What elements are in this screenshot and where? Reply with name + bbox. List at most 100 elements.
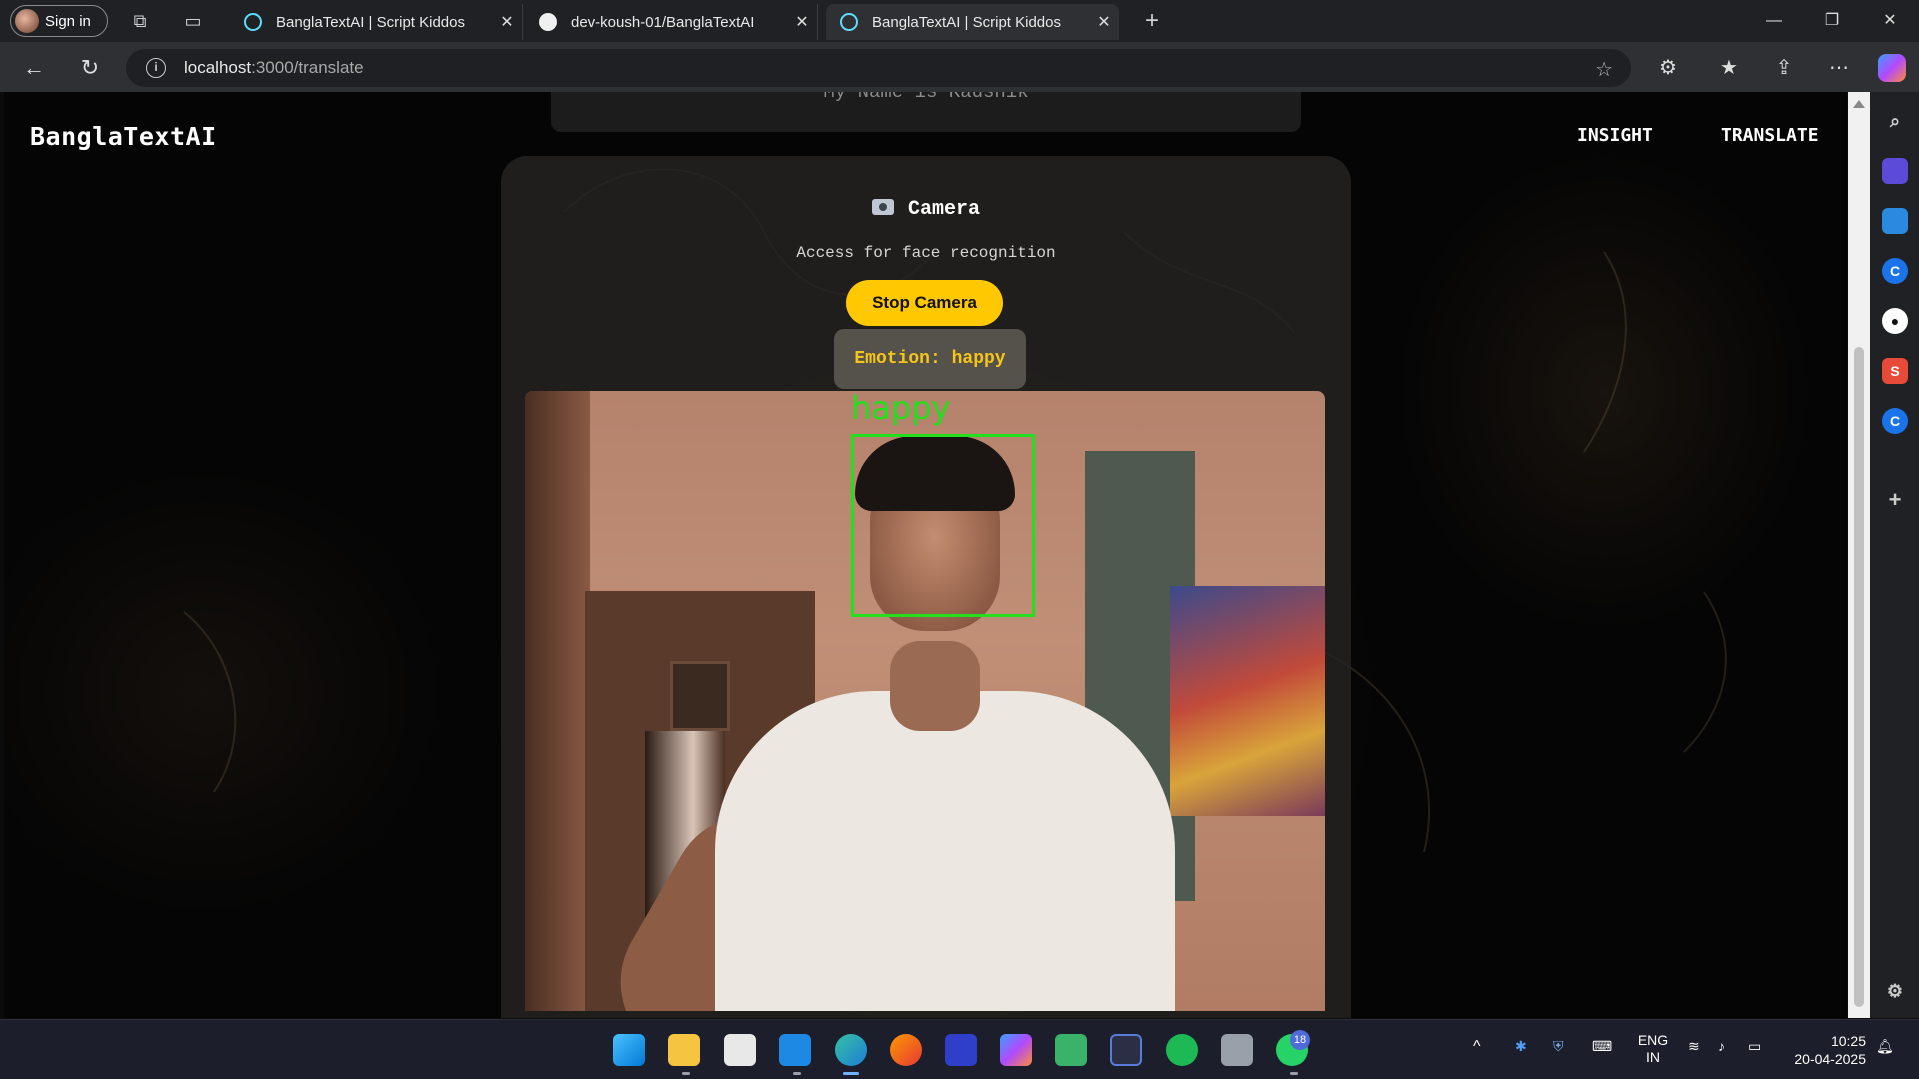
site-info-icon[interactable]: i xyxy=(146,58,166,78)
workspaces-icon[interactable]: ⧉ xyxy=(128,9,152,33)
emotion-badge: Emotion: happy xyxy=(834,329,1026,389)
spotify-icon[interactable] xyxy=(1166,1034,1198,1066)
scroll-up-arrow[interactable] xyxy=(1853,100,1865,108)
github-sidebar-icon[interactable]: ● xyxy=(1882,308,1908,334)
scrollbar-thumb[interactable] xyxy=(1854,347,1864,1007)
running-indicator xyxy=(1290,1072,1298,1075)
app-blue-icon[interactable] xyxy=(1110,1034,1142,1066)
running-indicator xyxy=(682,1072,690,1075)
face-detection-box xyxy=(851,434,1035,617)
tab-title: BanglaTextAI | Script Kiddos xyxy=(872,13,1061,31)
close-tab-icon[interactable]: ✕ xyxy=(492,12,522,32)
firefox-icon[interactable] xyxy=(890,1034,922,1066)
extensions-icon[interactable]: ⚙ xyxy=(1654,54,1682,82)
profile-avatar xyxy=(15,9,39,33)
app-s-icon[interactable]: S xyxy=(1882,358,1908,384)
react-icon xyxy=(244,13,262,31)
close-tab-icon[interactable]: ✕ xyxy=(787,12,817,32)
keyboard-icon[interactable]: ⌨ xyxy=(1592,1038,1612,1055)
tab-bangla-1[interactable]: BanglaTextAI | Script Kiddos ✕ xyxy=(230,4,523,40)
translated-text: My Name is Kaushik xyxy=(823,92,1029,103)
share-icon[interactable]: ⇪ xyxy=(1770,54,1798,82)
video-picture-frame xyxy=(670,661,730,731)
close-window-icon[interactable]: ✕ xyxy=(1861,0,1919,42)
whatsapp-badge: 18 xyxy=(1290,1030,1310,1050)
camera-subtitle: Access for face recognition xyxy=(796,244,1056,262)
windows-taskbar: 18 ^ ✱ ⛨ ⌨ ENG IN ≋ ♪ ▭ 10:25 20-04-2025… xyxy=(0,1019,1919,1079)
copilot-taskbar-icon[interactable] xyxy=(1000,1034,1032,1066)
nav-translate[interactable]: TRANSLATE xyxy=(1721,125,1819,146)
favorite-star-icon[interactable]: ☆ xyxy=(1595,57,1613,82)
address-bar[interactable]: i localhost:3000/translate ☆ xyxy=(126,49,1631,87)
clock-date: 20-04-2025 xyxy=(1794,1051,1866,1067)
language-code: ENG xyxy=(1637,1032,1669,1048)
tab-bangla-active[interactable]: BanglaTextAI | Script Kiddos ✕ xyxy=(826,4,1119,40)
restore-icon[interactable]: ❐ xyxy=(1803,0,1861,42)
volume-icon[interactable]: ♪ xyxy=(1718,1038,1725,1054)
url-path: :3000/translate xyxy=(251,58,364,77)
file-explorer-icon[interactable] xyxy=(668,1034,700,1066)
video-person-shirt xyxy=(715,691,1175,1011)
tray-chevron-icon[interactable]: ^ xyxy=(1473,1038,1481,1056)
back-icon[interactable]: ← xyxy=(20,54,48,82)
camera-video-feed: happy xyxy=(525,391,1325,1011)
translated-text-card: My Name is Kaushik xyxy=(551,92,1301,132)
security-icon[interactable]: ⛨ xyxy=(1553,1038,1564,1055)
favorites-icon[interactable]: ★ xyxy=(1715,54,1743,82)
brand-logo[interactable]: BanglaTextAI xyxy=(30,122,217,151)
face-emotion-label: happy xyxy=(851,391,951,427)
app-ai-icon[interactable] xyxy=(945,1034,977,1066)
battery-icon[interactable]: ▭ xyxy=(1748,1038,1761,1055)
more-icon[interactable]: ⋯ xyxy=(1825,54,1853,82)
vscode-icon[interactable] xyxy=(779,1034,811,1066)
new-tab-icon[interactable]: + xyxy=(1140,9,1164,33)
region-code: IN xyxy=(1646,1049,1660,1065)
nav-insight[interactable]: INSIGHT xyxy=(1577,125,1653,146)
tools-icon[interactable] xyxy=(1882,208,1908,234)
tab-actions-icon[interactable]: ▭ xyxy=(181,9,205,33)
camera-card: Camera Access for face recognition Stop … xyxy=(501,156,1351,1018)
camera-icon xyxy=(871,199,894,215)
add-sidebar-app-icon[interactable]: + xyxy=(1882,487,1908,513)
notifications-bell-icon[interactable]: 🔔︎ xyxy=(1876,1038,1894,1055)
url-host: localhost xyxy=(184,58,252,77)
address-bar-row: ← ↻ i localhost:3000/translate ☆ ⚙ ★ ⇪ ⋯ xyxy=(0,42,1919,92)
app-hex-icon[interactable] xyxy=(1221,1034,1253,1066)
reload-icon[interactable]: ↻ xyxy=(76,54,104,82)
canva-icon[interactable]: C xyxy=(1882,258,1908,284)
minimize-icon[interactable]: — xyxy=(1745,0,1803,42)
page-scrollbar[interactable] xyxy=(1848,92,1870,1018)
wifi-icon[interactable]: ≋ xyxy=(1688,1038,1700,1055)
clock[interactable]: 10:25 20-04-2025 xyxy=(1782,1032,1866,1068)
sign-in-label: Sign in xyxy=(45,12,91,30)
video-poster xyxy=(1170,586,1325,816)
edge-icon[interactable] xyxy=(835,1034,867,1066)
store-icon[interactable] xyxy=(724,1034,756,1066)
sign-in-button[interactable]: Sign in xyxy=(10,5,108,37)
stop-camera-button[interactable]: Stop Camera xyxy=(846,280,1003,326)
search-icon[interactable]: ⌕ xyxy=(1882,108,1908,134)
language-indicator[interactable]: ENG IN xyxy=(1636,1032,1670,1066)
active-indicator xyxy=(843,1072,859,1075)
sidebar-settings-icon[interactable]: ⚙ xyxy=(1882,978,1908,1004)
app-green-icon[interactable] xyxy=(1055,1034,1087,1066)
page-viewport: My Name is Kaushik BanglaTextAI INSIGHT … xyxy=(4,92,1847,1018)
tab-github[interactable]: dev-koush-01/BanglaTextAI ✕ xyxy=(525,4,818,40)
react-icon xyxy=(840,13,858,31)
video-person-neck xyxy=(890,641,980,731)
video-wall xyxy=(525,391,590,1011)
copilot-icon[interactable] xyxy=(1878,54,1906,82)
browser-sidebar: ⌕ C ● S C + ⚙ xyxy=(1870,92,1919,1018)
github-icon xyxy=(539,13,557,31)
tab-title: dev-koush-01/BanglaTextAI xyxy=(571,13,755,31)
bluetooth-icon[interactable]: ✱ xyxy=(1515,1038,1527,1055)
app-c-icon[interactable]: C xyxy=(1882,408,1908,434)
clock-time: 10:25 xyxy=(1830,1033,1866,1049)
url-text[interactable]: localhost:3000/translate xyxy=(184,58,364,78)
copilot-sidebar-icon[interactable] xyxy=(1882,158,1908,184)
running-indicator xyxy=(793,1072,801,1075)
camera-title: Camera xyxy=(501,198,1351,221)
browser-tab-bar: Sign in ⧉ ▭ BanglaTextAI | Script Kiddos… xyxy=(0,0,1919,42)
start-icon[interactable] xyxy=(613,1034,645,1066)
close-tab-icon[interactable]: ✕ xyxy=(1089,12,1119,32)
